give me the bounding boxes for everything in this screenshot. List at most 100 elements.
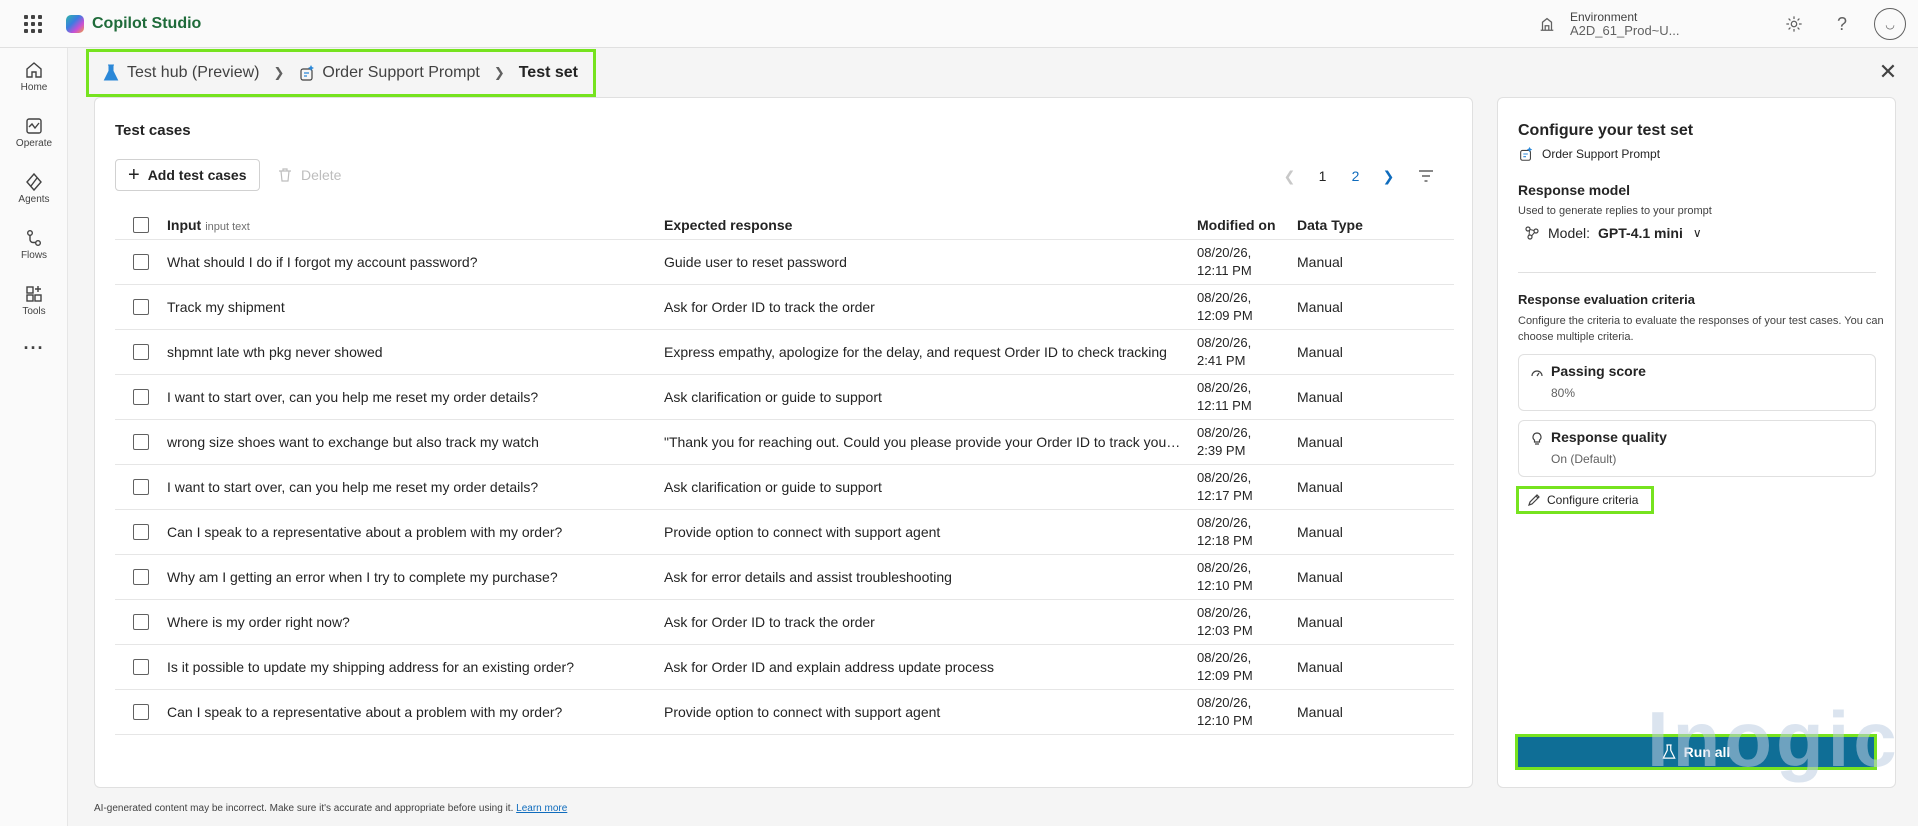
row-checkbox[interactable] (133, 479, 149, 495)
pencil-icon (1528, 494, 1540, 506)
cell-type: Manual (1297, 434, 1343, 450)
row-checkbox[interactable] (133, 389, 149, 405)
environment-value: A2D_61_Prod~U... (1570, 23, 1680, 38)
gear-icon (1786, 16, 1802, 32)
close-icon: ✕ (1878, 59, 1898, 84)
row-checkbox[interactable] (133, 524, 149, 540)
table-row[interactable]: I want to start over, can you help me re… (115, 375, 1454, 420)
table-row[interactable]: wrong size shoes want to exchange but al… (115, 420, 1454, 465)
nav-item-home[interactable]: Home (0, 48, 68, 104)
settings-button[interactable] (1770, 0, 1818, 48)
cell-input: I want to start over, can you help me re… (167, 389, 539, 405)
configure-criteria-button[interactable]: Configure criteria (1516, 486, 1654, 514)
cell-modified: 08/20/26, 12:17 PM (1197, 469, 1297, 505)
cell-date: 08/20/26, (1197, 425, 1252, 440)
cell-modified: 08/20/26, 12:11 PM (1197, 379, 1297, 415)
row-checkbox[interactable] (133, 434, 149, 450)
column-header-modified[interactable]: Modified on (1197, 216, 1297, 234)
configure-prompt: Order Support Prompt (1518, 146, 1660, 162)
row-checkbox[interactable] (133, 659, 149, 675)
table-row[interactable]: Track my shipment Ask for Order ID to tra… (115, 285, 1454, 330)
breadcrumb-prompt-label: Order Support Prompt (322, 64, 480, 81)
breadcrumb: Test hub (Preview) ❯ Order Support Promp… (86, 49, 596, 97)
help-button[interactable]: ? (1818, 0, 1866, 48)
row-checkbox[interactable] (133, 254, 149, 270)
column-header-expected[interactable]: Expected response (664, 217, 1197, 233)
model-icon (1525, 226, 1539, 240)
cell-date: 08/20/26, (1197, 290, 1252, 305)
filter-button[interactable] (1409, 162, 1442, 190)
cell-modified: 08/20/26, 12:11 PM (1197, 244, 1297, 280)
nav-item-flows[interactable]: Flows (0, 216, 68, 272)
table-row[interactable]: shpmnt late wth pkg never showed Express … (115, 330, 1454, 375)
cell-date: 08/20/26, (1197, 245, 1252, 260)
row-checkbox[interactable] (133, 569, 149, 585)
prompt-icon (1520, 146, 1533, 161)
learn-more-link[interactable]: Learn more (516, 803, 567, 814)
test-cases-panel: Test cases + Add test cases Delete ❮ 1 2… (94, 97, 1473, 788)
cell-time: 2:41 PM (1197, 353, 1246, 368)
row-checkbox[interactable] (133, 344, 149, 360)
nav-item-operate[interactable]: Operate (0, 104, 68, 160)
criteria-value: 80% (1551, 386, 1576, 400)
left-navigation: Home Operate Agents Flows Tools ··· (0, 48, 68, 826)
breadcrumb-test-hub[interactable]: Test hub (Preview) (103, 64, 260, 82)
nav-item-tools[interactable]: Tools (0, 272, 68, 328)
user-avatar[interactable]: ◡ (1874, 8, 1906, 40)
cell-expected: Express empathy, apologize for the delay… (664, 344, 1167, 360)
lightbulb-icon (1532, 432, 1542, 445)
column-header-type[interactable]: Data Type (1297, 217, 1454, 233)
table-row[interactable]: Can I speak to a representative about a … (115, 510, 1454, 555)
cell-type: Manual (1297, 254, 1343, 270)
cell-modified: 08/20/26, 12:18 PM (1197, 514, 1297, 550)
add-test-cases-button[interactable]: + Add test cases (115, 159, 260, 191)
page-1-button[interactable]: 1 (1306, 162, 1339, 190)
breadcrumb-prompt[interactable]: Order Support Prompt (298, 64, 480, 82)
cell-date: 08/20/26, (1197, 335, 1252, 350)
app-name[interactable]: Copilot Studio (92, 15, 201, 33)
cell-expected: Ask for Order ID to track the order (664, 614, 875, 630)
table-row[interactable]: Is it possible to update my shipping add… (115, 645, 1454, 690)
cell-expected: Ask clarification or guide to support (664, 479, 882, 495)
nav-item-agents[interactable]: Agents (0, 160, 68, 216)
cell-time: 12:11 PM (1197, 263, 1252, 278)
environment-picker[interactable]: Environment A2D_61_Prod~U... (1570, 10, 1770, 38)
flask-icon (103, 64, 119, 81)
model-dropdown[interactable]: Model: GPT-4.1 mini ∨ (1524, 225, 1702, 241)
table-row[interactable]: I want to start over, can you help me re… (115, 465, 1454, 510)
configure-title: Configure your test set (1518, 122, 1694, 139)
flows-icon (27, 229, 41, 246)
criteria-passing-score[interactable]: Passing score 80% (1518, 354, 1876, 411)
test-cases-title: Test cases (115, 122, 191, 139)
previous-page-button[interactable]: ❮ (1273, 162, 1306, 190)
table-row[interactable]: Where is my order right now? Ask for Orde… (115, 600, 1454, 645)
criteria-desc: Configure the criteria to evaluate the r… (1518, 315, 1884, 343)
cell-input: Can I speak to a representative about a … (167, 704, 563, 720)
next-page-button[interactable]: ❯ (1372, 162, 1405, 190)
row-checkbox[interactable] (133, 614, 149, 630)
cell-time: 12:09 PM (1197, 308, 1253, 323)
row-checkbox[interactable] (133, 299, 149, 315)
close-button[interactable]: ✕ (1876, 59, 1900, 84)
chevron-right-icon: ❯ (1382, 167, 1395, 184)
cell-input: Is it possible to update my shipping add… (167, 659, 575, 675)
add-test-cases-label: Add test cases (147, 167, 247, 183)
nav-more-button[interactable]: ··· (0, 328, 68, 368)
table-row[interactable]: Can I speak to a representative about a … (115, 690, 1454, 735)
app-launcher-button[interactable] (0, 0, 66, 48)
select-all-checkbox[interactable] (133, 216, 149, 233)
delete-button[interactable]: Delete (277, 159, 341, 191)
cell-modified: 08/20/26, 12:10 PM (1197, 559, 1297, 595)
cell-expected: Provide option to connect with support a… (664, 524, 941, 540)
table-row[interactable]: What should I do if I forgot my account … (115, 240, 1454, 285)
cell-input: Track my shipment (167, 299, 285, 315)
criteria-response-quality[interactable]: Response quality On (Default) (1518, 420, 1876, 477)
row-checkbox[interactable] (133, 704, 149, 720)
table-row[interactable]: Why am I getting an error when I try to … (115, 555, 1454, 600)
column-header-input[interactable]: Input input text (167, 217, 664, 233)
trash-icon (279, 168, 291, 182)
cell-date: 08/20/26, (1197, 695, 1252, 710)
chevron-right-icon: ❯ (273, 65, 285, 80)
cell-input: Can I speak to a representative about a … (167, 524, 563, 540)
page-2-button[interactable]: 2 (1339, 162, 1372, 190)
